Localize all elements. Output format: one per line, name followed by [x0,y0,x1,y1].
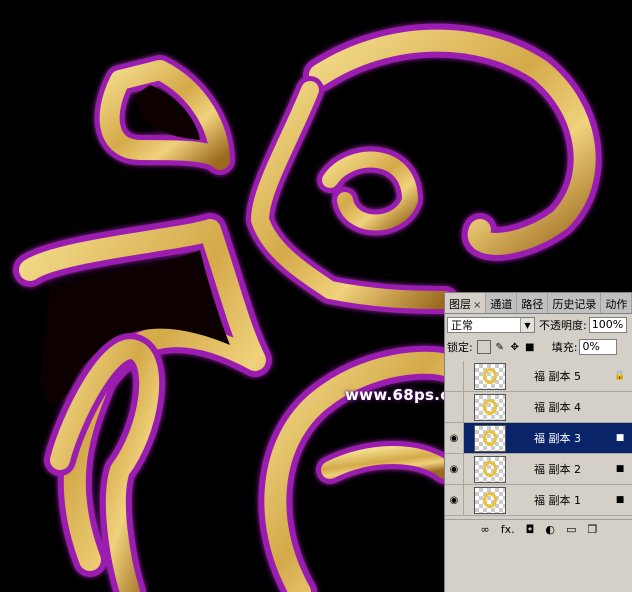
fill-label: 填充: [551,341,578,354]
tab-paths[interactable]: 路径 [517,293,549,313]
layer-thumbnail [474,362,506,390]
tab-label: 通道 [490,298,513,311]
blend-mode-value: 正常 [451,319,473,332]
opacity-input[interactable]: 100% [588,317,627,333]
link-icon[interactable]: ∞ [481,523,490,536]
layer-thumbnail [474,424,506,452]
tab-channels[interactable]: 通道 [486,293,518,313]
layer-thumbnail [474,455,506,483]
layer-name: 福 副本 4 [534,401,581,414]
stroke-top-left [94,55,235,175]
lock-transparency-icon[interactable] [476,340,491,354]
eye-icon[interactable]: ◉ [445,485,464,515]
layer-name: 福 副本 3 [534,432,581,445]
layer-row[interactable]: ◉ 福 副本 1 ■ [445,485,632,516]
tab-label: 图层 [449,298,471,311]
layer-row[interactable]: 福 副本 5 🔒 [445,361,632,392]
visibility-toggle[interactable] [445,392,464,422]
layer-row[interactable]: ◉ 福 副本 3 ■ [445,423,632,454]
tab-layers[interactable]: 图层 × [445,293,487,313]
opacity-label: 不透明度: [539,319,587,332]
stroke-middle-curl [246,76,459,314]
tab-history[interactable]: 历史记录 [548,293,602,313]
lock-all-icon[interactable]: ■ [524,341,536,353]
lock-move-icon[interactable]: ✥ [509,341,521,353]
close-icon[interactable]: × [473,300,481,311]
lock-icon: ■ [615,495,625,505]
lock-icon: ■ [615,464,625,474]
blend-row: 正常 ▼ 不透明度: 100% [445,314,632,336]
lock-brush-icon[interactable]: ✎ [494,341,506,353]
folder-icon[interactable]: ▭ [566,523,576,536]
lock-icon: 🔒 [614,371,626,381]
layer-name: 福 副本 2 [534,463,581,476]
lock-icons: ✎ ✥ ■ [476,340,536,354]
layer-thumbnail [474,393,506,421]
blend-mode-select[interactable]: 正常 ▼ [447,317,535,333]
lock-icon: ■ [615,433,625,443]
fill-input[interactable]: 0% [579,339,618,355]
layer-name: 福 副本 1 [534,494,581,507]
tab-actions[interactable]: 动作 [601,293,632,313]
layers-panel: 图层 × 通道 路径 历史记录 动作 正常 ▼ 不透明度: 100% 锁定: ✎ … [444,292,632,592]
layer-name: 福 副本 5 [534,370,581,383]
tab-label: 历史记录 [552,298,597,311]
panel-tabs: 图层 × 通道 路径 历史记录 动作 [445,293,632,314]
layer-list: 福 副本 5 🔒 福 副本 4 ◉ 福 副本 3 ■ ◉ 福 副本 2 ■ ◉ … [445,361,632,516]
layer-thumbnail [474,486,506,514]
fx-icon[interactable]: fx. [501,523,515,536]
mask-icon[interactable]: ◘ [526,523,535,536]
eye-icon[interactable]: ◉ [445,423,464,453]
chevron-down-icon[interactable]: ▼ [520,318,534,332]
adjustment-icon[interactable]: ◐ [545,523,555,536]
layer-row[interactable]: 福 副本 4 [445,392,632,423]
new-layer-icon[interactable]: ❐ [588,523,598,536]
tab-label: 动作 [605,298,628,311]
lock-label: 锁定: [447,341,473,354]
lock-row: 锁定: ✎ ✥ ■ 填充: 0% [445,336,632,358]
eye-icon[interactable]: ◉ [445,454,464,484]
panel-bottom-toolbar: ∞ fx. ◘ ◐ ▭ ❐ [445,519,632,539]
layer-row[interactable]: ◉ 福 副本 2 ■ [445,454,632,485]
visibility-toggle[interactable] [445,361,464,391]
tab-label: 路径 [521,298,544,311]
